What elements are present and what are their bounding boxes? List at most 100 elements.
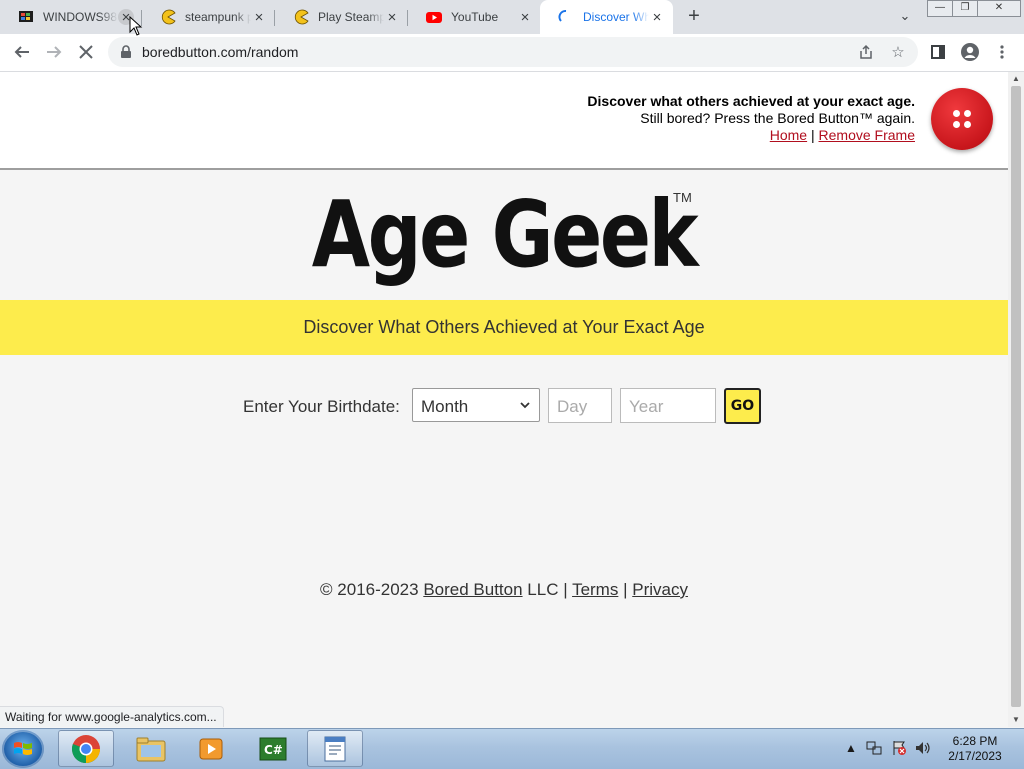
wordpad-icon <box>324 736 346 761</box>
menu-button[interactable] <box>990 40 1014 64</box>
status-bubble: Waiting for www.google-analytics.com... <box>0 706 224 727</box>
back-arrow-icon <box>14 46 29 58</box>
show-hidden-icons-arrow[interactable]: ▲ <box>845 741 857 755</box>
action-center-flag-icon[interactable] <box>891 740 907 759</box>
page-viewport: Discover what others achieved at your ex… <box>0 72 1008 727</box>
tab-title: steampunk p <box>185 10 251 24</box>
profile-button[interactable] <box>958 40 982 64</box>
birthdate-label: Enter Your Birthdate: <box>243 397 400 416</box>
button-hole-icon <box>964 110 971 117</box>
link-separator: | <box>811 127 815 143</box>
forward-button[interactable] <box>42 40 66 64</box>
new-tab-button[interactable]: + <box>683 6 705 28</box>
privacy-link[interactable]: Privacy <box>632 580 688 599</box>
button-hole-icon <box>964 121 971 128</box>
csharp-editor-icon: C# <box>259 737 287 760</box>
mouse-cursor-icon <box>129 16 143 36</box>
taskbar-csharp[interactable]: C# <box>245 730 301 767</box>
chrome-icon <box>71 734 100 763</box>
restore-button[interactable]: ❐ <box>952 0 978 17</box>
volume-icon[interactable] <box>915 740 931 759</box>
youtube-favicon-icon <box>426 9 442 25</box>
tab-strip: WINDOWS98 × steampunk p × Play Steamp × … <box>0 0 1024 34</box>
loading-spinner-icon <box>558 9 574 25</box>
url-text: boredbutton.com/random <box>142 44 299 60</box>
taskbar-explorer[interactable] <box>123 730 179 767</box>
pacman-favicon-icon <box>293 9 309 25</box>
scroll-down-arrow-icon[interactable]: ▼ <box>1008 713 1024 727</box>
button-hole-icon <box>953 110 960 117</box>
minimize-button[interactable]: — <box>927 0 953 17</box>
copyright-text: © 2016-2023 <box>320 580 419 599</box>
bored-button[interactable] <box>931 88 993 150</box>
age-geek-logo: Age Geek <box>311 181 699 288</box>
tab-windows98[interactable]: WINDOWS98 × <box>0 0 142 34</box>
scrollbar-thumb[interactable] <box>1011 86 1021 707</box>
home-link[interactable]: Home <box>770 127 807 143</box>
tab-close-icon[interactable]: × <box>649 9 665 26</box>
taskbar-media-player[interactable] <box>183 730 239 767</box>
tab-play-steampunk[interactable]: Play Steamp × <box>275 0 408 34</box>
side-panel-button[interactable] <box>926 40 950 64</box>
terms-link[interactable]: Terms <box>572 580 618 599</box>
windows-taskbar: C# ▲ 6:28 PM 2/17/2023 <box>0 728 1024 769</box>
pacman-favicon-icon <box>160 9 176 25</box>
month-select[interactable]: Month <box>412 388 540 422</box>
tab-youtube[interactable]: YouTube × <box>408 0 541 34</box>
tab-close-icon[interactable]: × <box>517 9 533 26</box>
folder-icon <box>136 737 166 761</box>
kebab-menu-icon <box>1000 45 1004 59</box>
lock-icon <box>121 45 131 58</box>
taskbar-clock[interactable]: 6:28 PM 2/17/2023 <box>935 734 1015 764</box>
stop-button[interactable] <box>74 40 98 64</box>
browser-toolbar: boredbutton.com/random ☆ <box>0 34 1024 72</box>
chevron-down-icon <box>520 398 530 412</box>
close-window-button[interactable]: ✕ <box>977 0 1021 17</box>
svg-text:C#: C# <box>264 743 283 757</box>
tab-close-icon[interactable]: × <box>384 9 400 26</box>
clock-date: 2/17/2023 <box>948 749 1002 763</box>
page-footer: © 2016-2023 Bored Button LLC | Terms | P… <box>0 580 1008 600</box>
stop-x-icon <box>79 45 93 59</box>
side-panel-icon <box>931 45 945 59</box>
footer-separator: | <box>623 580 628 599</box>
address-bar[interactable]: boredbutton.com/random ☆ <box>108 37 918 67</box>
month-select-value: Month <box>421 397 469 416</box>
profile-avatar-icon <box>961 43 979 61</box>
go-button[interactable]: GO <box>724 388 761 424</box>
day-input[interactable]: Day <box>548 388 612 423</box>
vertical-scrollbar[interactable]: ▲ ▼ <box>1008 72 1024 727</box>
frame-headline: Discover what others achieved at your ex… <box>587 93 915 109</box>
tab-title: Discover Wh <box>583 10 649 24</box>
llc-text: LLC <box>527 580 559 599</box>
taskbar-chrome[interactable] <box>58 730 114 767</box>
bored-button-link[interactable]: Bored Button <box>423 580 522 599</box>
year-input[interactable]: Year <box>620 388 716 423</box>
share-icon[interactable] <box>856 42 876 62</box>
clock-time: 6:28 PM <box>952 734 998 748</box>
scroll-up-arrow-icon[interactable]: ▲ <box>1008 72 1024 86</box>
frame-text: Discover what others achieved at your ex… <box>587 93 915 144</box>
trademark-symbol: TM <box>673 190 692 205</box>
taskbar-wordpad[interactable] <box>307 730 363 767</box>
tab-title: YouTube <box>451 10 499 24</box>
windows98-favicon-icon <box>18 9 34 25</box>
tab-title: Play Steamp <box>318 10 384 24</box>
network-icon[interactable] <box>866 740 882 759</box>
tab-close-icon[interactable]: × <box>251 9 267 26</box>
tagline-text: Discover What Others Achieved at Your Ex… <box>303 317 705 337</box>
windows-flag-icon <box>14 742 32 755</box>
tab-title: WINDOWS98 <box>43 10 118 24</box>
media-player-icon <box>199 738 223 759</box>
start-button[interactable] <box>2 730 44 768</box>
tab-discover[interactable]: Discover Wh × <box>540 0 673 34</box>
frame-subline: Still bored? Press the Bored Button™ aga… <box>640 110 915 126</box>
back-button[interactable] <box>10 40 34 64</box>
button-hole-icon <box>953 121 960 128</box>
tab-steampunk[interactable]: steampunk p × <box>142 0 275 34</box>
remove-frame-link[interactable]: Remove Frame <box>819 127 915 143</box>
bookmark-star-icon[interactable]: ☆ <box>888 42 908 62</box>
bored-button-frame-header: Discover what others achieved at your ex… <box>0 72 1008 170</box>
tab-search-chevron-icon[interactable]: ⌄ <box>896 8 914 26</box>
tagline-banner: Discover What Others Achieved at Your Ex… <box>0 300 1008 355</box>
